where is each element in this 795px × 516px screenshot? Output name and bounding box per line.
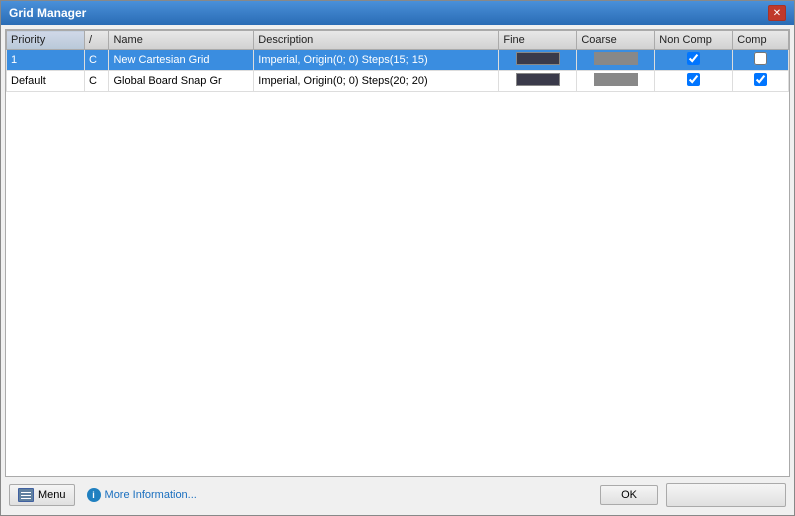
col-header-type[interactable]: / [84, 31, 109, 50]
col-header-description[interactable]: Description [254, 31, 499, 50]
menu-icon-line3 [21, 498, 31, 499]
comp-checkbox[interactable] [754, 52, 767, 65]
cell-fine [499, 71, 577, 92]
grid-manager-window: Grid Manager ✕ Priority / Name Descripti… [0, 0, 795, 516]
noncomp-checkbox[interactable] [687, 73, 700, 86]
table-body: 1CNew Cartesian GridImperial, Origin(0; … [7, 50, 789, 92]
col-header-fine[interactable]: Fine [499, 31, 577, 50]
main-content: Priority / Name Description Fine Coarse … [1, 25, 794, 515]
cell-description: Imperial, Origin(0; 0) Steps(20; 20) [254, 71, 499, 92]
grid-table-container: Priority / Name Description Fine Coarse … [5, 29, 790, 477]
menu-icon [18, 488, 34, 502]
table-row[interactable]: DefaultCGlobal Board Snap GrImperial, Or… [7, 71, 789, 92]
cell-coarse [577, 50, 655, 71]
table-header-row: Priority / Name Description Fine Coarse … [7, 31, 789, 50]
comp-checkbox[interactable] [754, 73, 767, 86]
col-header-coarse[interactable]: Coarse [577, 31, 655, 50]
col-header-name[interactable]: Name [109, 31, 254, 50]
footer: Menu i More Information... OK [5, 477, 790, 511]
fine-color-swatch [516, 73, 560, 86]
cell-noncomp [655, 50, 733, 71]
cell-coarse [577, 71, 655, 92]
noncomp-checkbox[interactable] [687, 52, 700, 65]
cell-fine [499, 50, 577, 71]
title-bar-controls: ✕ [768, 5, 786, 21]
menu-icon-line2 [21, 495, 31, 496]
grid-table: Priority / Name Description Fine Coarse … [6, 30, 789, 92]
menu-button[interactable]: Menu [9, 484, 75, 506]
cell-type: C [84, 50, 109, 71]
cell-name: Global Board Snap Gr [109, 71, 254, 92]
col-header-priority[interactable]: Priority [7, 31, 85, 50]
coarse-color-swatch [594, 73, 638, 86]
cell-name: New Cartesian Grid [109, 50, 254, 71]
table-row[interactable]: 1CNew Cartesian GridImperial, Origin(0; … [7, 50, 789, 71]
cell-comp [733, 50, 789, 71]
coarse-color-swatch [594, 52, 638, 65]
title-bar: Grid Manager ✕ [1, 1, 794, 25]
col-header-noncomp[interactable]: Non Comp [655, 31, 733, 50]
cell-description: Imperial, Origin(0; 0) Steps(15; 15) [254, 50, 499, 71]
menu-icon-line1 [21, 492, 31, 493]
ok-button[interactable]: OK [600, 485, 658, 505]
cell-comp [733, 71, 789, 92]
window-title: Grid Manager [9, 6, 86, 20]
more-information-link[interactable]: i More Information... [87, 488, 197, 502]
cell-priority: Default [7, 71, 85, 92]
cell-noncomp [655, 71, 733, 92]
info-link-label: More Information... [105, 489, 197, 501]
col-header-comp[interactable]: Comp [733, 31, 789, 50]
close-button[interactable]: ✕ [768, 5, 786, 21]
menu-button-label: Menu [38, 489, 66, 501]
footer-right-spacer [666, 483, 786, 507]
cell-type: C [84, 71, 109, 92]
footer-left: Menu i More Information... [9, 484, 197, 506]
cell-priority: 1 [7, 50, 85, 71]
info-icon: i [87, 488, 101, 502]
fine-color-swatch [516, 52, 560, 65]
